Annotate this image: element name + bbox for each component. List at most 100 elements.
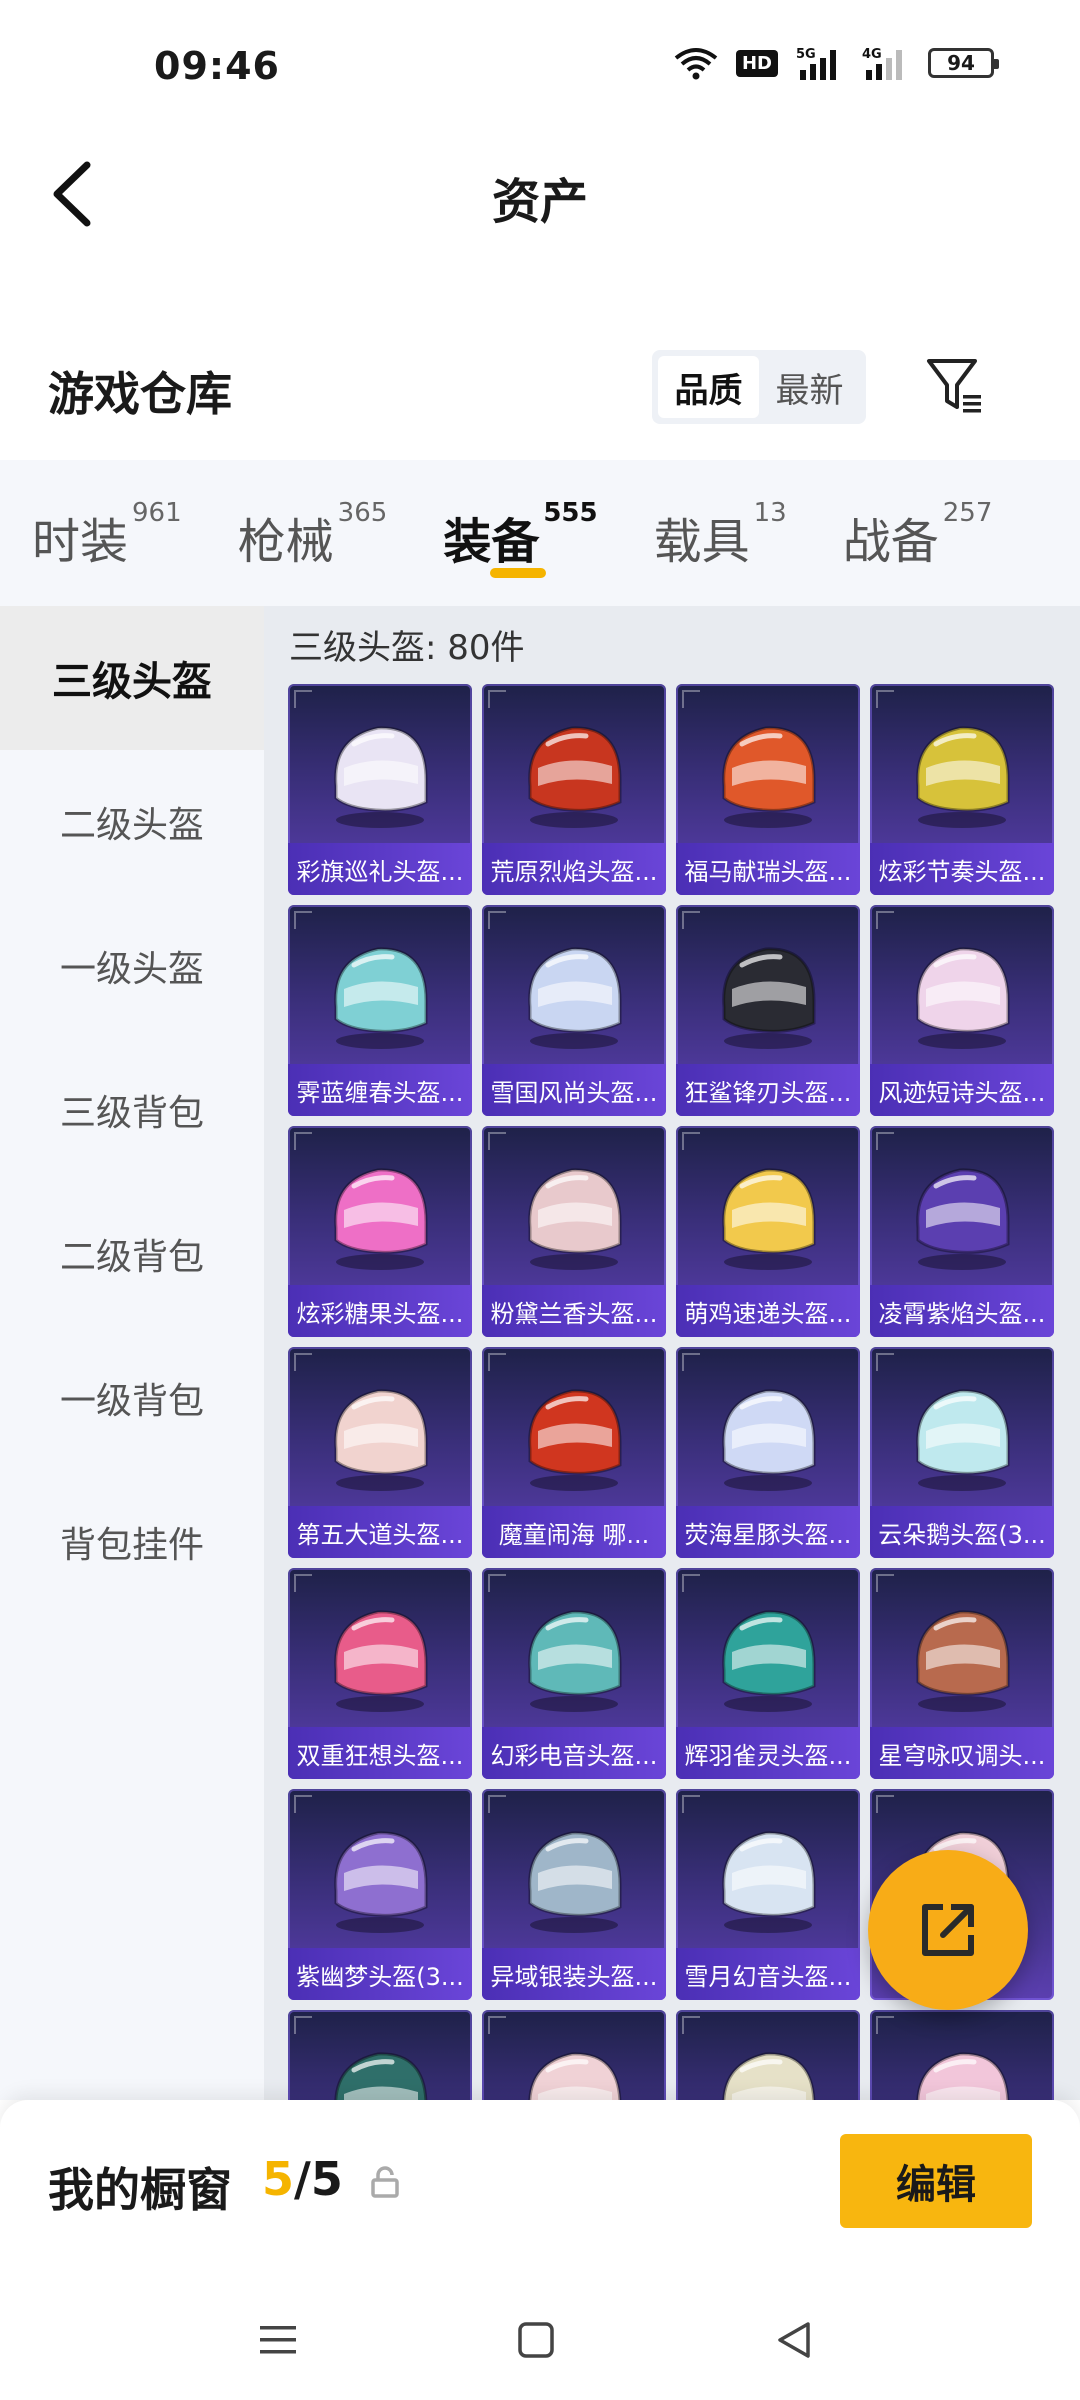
side-item-backpack-pendant[interactable]: 背包挂件 [0,1470,264,1614]
page-title: 资产 [491,174,588,230]
side-item-level2-helmet[interactable]: 二级头盔 [0,750,264,894]
helmet-icon [916,1389,1010,1491]
tab-supplies[interactable]: 战备257 [843,460,993,572]
helmet-icon [528,1168,622,1270]
card-corner-decoration [876,690,894,708]
item-card[interactable] [482,2010,666,2100]
back-triangle-icon [778,2322,810,2358]
item-name: 魔童闹海 哪... [498,1520,650,1549]
tab-weapons[interactable]: 枪械365 [238,460,388,572]
item-card[interactable]: 狂鲨锋刃头盔... [676,905,860,1116]
helmet-icon [528,2052,622,2100]
item-name-bar: 幻彩电音头盔... [482,1727,666,1779]
item-card[interactable] [676,2010,860,2100]
item-card[interactable]: 彩旗巡礼头盔... [288,684,472,895]
item-name-bar: 星穹咏叹调头... [870,1727,1054,1779]
item-card[interactable]: 风迹短诗头盔... [870,905,1054,1116]
side-item-level3-helmet[interactable]: 三级头盔 [0,606,264,750]
item-name-bar: 风迹短诗头盔... [870,1064,1054,1116]
item-card[interactable]: 炫彩糖果头盔... [288,1126,472,1337]
item-name-bar: 福马献瑞头盔... [676,843,860,895]
item-card[interactable]: 福马献瑞头盔... [676,684,860,895]
item-card[interactable]: 萌鸡速递头盔... [676,1126,860,1337]
card-corner-decoration [682,1795,700,1813]
item-card[interactable]: 粉黛兰香头盔... [482,1126,666,1337]
item-card[interactable]: 雪月幻音头盔... [676,1789,860,2000]
side-item-level1-backpack[interactable]: 一级背包 [0,1326,264,1470]
side-item-level1-helmet[interactable]: 一级头盔 [0,894,264,1038]
item-card[interactable]: 云朵鹅头盔(3... [870,1347,1054,1558]
tab-label: 战备 [842,514,939,570]
side-item-level2-backpack[interactable]: 二级背包 [0,1182,264,1326]
helmet-icon [722,2052,816,2100]
item-card[interactable]: 辉羽雀灵头盔... [676,1568,860,1779]
card-corner-decoration [488,1574,506,1592]
item-name: 雪国风尚头盔... [490,1078,658,1107]
status-icons: HD 5G 4G 94 [674,46,999,80]
card-corner-decoration [876,1132,894,1150]
tab-count: 257 [942,498,993,528]
helmet-icon [334,1610,428,1712]
item-name-bar: 荒原烈焰头盔... [482,843,666,895]
filter-button[interactable] [920,350,990,420]
tab-count: 365 [337,498,388,528]
helmet-icon [916,947,1010,1049]
share-fab-button[interactable] [868,1850,1028,2010]
wifi-icon [674,48,718,80]
tab-equipment[interactable]: 装备555 [443,460,597,572]
item-card[interactable] [288,2010,472,2100]
sort-newest-button[interactable]: 最新 [759,356,860,418]
item-name-bar: 双重狂想头盔... [288,1727,472,1779]
item-card[interactable]: 幻彩电音头盔... [482,1568,666,1779]
nav-menu-button[interactable] [248,2310,308,2370]
item-name: 辉羽雀灵头盔... [684,1741,852,1770]
item-card[interactable]: 紫幽梦头盔(3... [288,1789,472,2000]
active-tab-indicator [490,568,546,578]
item-card[interactable] [870,2010,1054,2100]
helmet-icon [916,1168,1010,1270]
item-name: 彩旗巡礼头盔... [296,857,464,886]
item-name-bar: 紫幽梦头盔(3... [288,1948,472,2000]
item-card[interactable]: 荧海星豚头盔... [676,1347,860,1558]
item-card[interactable]: 炫彩节奏头盔... [870,684,1054,895]
helmet-icon [334,1831,428,1933]
edit-button[interactable]: 编辑 [840,2134,1032,2228]
item-card[interactable]: 凌霄紫焰头盔... [870,1126,1054,1337]
item-name: 紫幽梦头盔(3... [296,1962,464,1991]
item-card[interactable]: 魔童闹海 哪... [482,1347,666,1558]
sort-quality-button[interactable]: 品质 [658,356,759,418]
item-name: 霁蓝缠春头盔... [296,1078,464,1107]
item-card[interactable]: 第五大道头盔... [288,1347,472,1558]
app-header: 资产 [0,130,1080,260]
tab-fashion[interactable]: 时装961 [32,460,182,572]
system-nav-bar [0,2270,1080,2400]
item-name: 狂鲨锋刃头盔... [684,1078,852,1107]
svg-text:4G: 4G [862,47,882,62]
item-card[interactable]: 霁蓝缠春头盔... [288,905,472,1116]
item-name: 幻彩电音头盔... [490,1741,658,1770]
item-card[interactable]: 双重狂想头盔... [288,1568,472,1779]
tab-label: 时装 [32,514,129,570]
item-name-bar: 辉羽雀灵头盔... [676,1727,860,1779]
item-name-bar: 第五大道头盔... [288,1506,472,1558]
item-name: 雪月幻音头盔... [684,1962,852,1991]
item-card[interactable]: 星穹咏叹调头... [870,1568,1054,1779]
item-card[interactable]: 异域银装头盔... [482,1789,666,2000]
item-name: 萌鸡速递头盔... [684,1299,852,1328]
item-card[interactable]: 荒原烈焰头盔... [482,684,666,895]
item-card[interactable]: 雪国风尚头盔... [482,905,666,1116]
signal-5g-icon: 5G [796,47,836,80]
helmet-icon [916,1610,1010,1712]
card-corner-decoration [488,911,506,929]
helmet-icon [722,947,816,1049]
item-name-bar: 狂鲨锋刃头盔... [676,1064,860,1116]
battery-icon: 94 [928,48,999,78]
nav-back-button[interactable] [764,2310,824,2370]
helmet-icon [916,726,1010,828]
helmet-icon [334,726,428,828]
tab-vehicles[interactable]: 载具13 [654,460,787,572]
nav-home-button[interactable] [506,2310,566,2370]
item-name: 粉黛兰香头盔... [490,1299,658,1328]
item-name-bar: 炫彩糖果头盔... [288,1285,472,1337]
side-item-level3-backpack[interactable]: 三级背包 [0,1038,264,1182]
